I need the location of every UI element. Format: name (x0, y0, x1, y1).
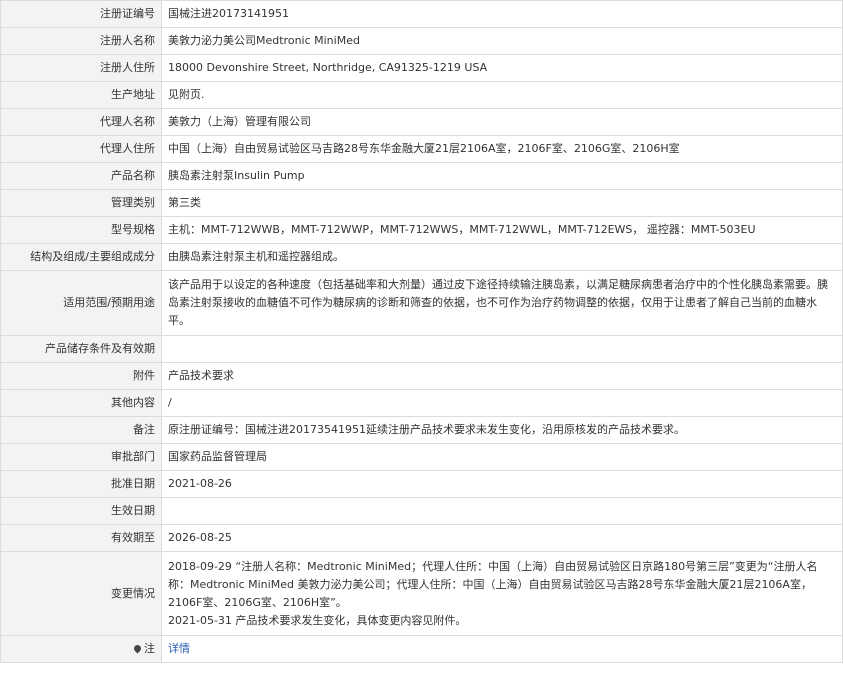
row-model-spec: 型号规格 主机：MMT-712WWB，MMT-712WWP，MMT-712WWS… (0, 216, 843, 244)
row-production-address: 生产地址 见附页. (0, 81, 843, 109)
change-entry-2: 2021-05-31 产品技术要求发生变化，具体变更内容见附件。 (168, 613, 467, 627)
remarks-value: 原注册证编号：国械注进20173541951延续注册产品技术要求未发生变化，沿用… (161, 416, 843, 444)
attachment-label: 附件 (0, 362, 162, 390)
row-storage-conditions: 产品储存条件及有效期 (0, 335, 843, 363)
row-valid-until: 有效期至 2026-08-25 (0, 524, 843, 552)
effective-date-value (161, 497, 843, 525)
row-other-content: 其他内容 / (0, 389, 843, 417)
row-agent-address: 代理人住所 中国（上海）自由贸易试验区马吉路28号东华金融大厦21层2106A室… (0, 135, 843, 163)
intended-use-value: 该产品用于以设定的各种速度（包括基础率和大剂量）通过皮下途径持续输注胰岛素，以满… (161, 270, 843, 336)
row-structure: 结构及组成/主要组成成分 由胰岛素注射泵主机和遥控器组成。 (0, 243, 843, 271)
note-value: 详情 (161, 635, 843, 663)
production-address-label: 生产地址 (0, 81, 162, 109)
other-content-value: / (161, 389, 843, 417)
location-pin-icon (132, 643, 143, 653)
agent-name-label: 代理人名称 (0, 108, 162, 136)
note-label: 注 (144, 642, 155, 655)
row-management-category: 管理类别 第三类 (0, 189, 843, 217)
row-agent-name: 代理人名称 美敦力（上海）管理有限公司 (0, 108, 843, 136)
row-approval-dept: 审批部门 国家药品监督管理局 (0, 443, 843, 471)
registrant-address-value: 18000 Devonshire Street, Northridge, CA9… (161, 54, 843, 82)
registration-info-table: 注册证编号 国械注进20173141951 注册人名称 美敦力泌力美公司Medt… (0, 0, 843, 663)
other-content-label: 其他内容 (0, 389, 162, 417)
registrant-address-label: 注册人住所 (0, 54, 162, 82)
approval-date-value: 2021-08-26 (161, 470, 843, 498)
row-intended-use: 适用范围/预期用途 该产品用于以设定的各种速度（包括基础率和大剂量）通过皮下途径… (0, 270, 843, 336)
registration-number-value: 国械注进20173141951 (161, 0, 843, 28)
storage-conditions-label: 产品储存条件及有效期 (0, 335, 162, 363)
row-registration-number: 注册证编号 国械注进20173141951 (0, 0, 843, 28)
structure-label: 结构及组成/主要组成成分 (0, 243, 162, 271)
registrant-name-value: 美敦力泌力美公司Medtronic MiniMed (161, 27, 843, 55)
row-remarks: 备注 原注册证编号：国械注进20173541951延续注册产品技术要求未发生变化… (0, 416, 843, 444)
model-spec-value: 主机：MMT-712WWB，MMT-712WWP，MMT-712WWS，MMT-… (161, 216, 843, 244)
model-spec-label: 型号规格 (0, 216, 162, 244)
row-approval-date: 批准日期 2021-08-26 (0, 470, 843, 498)
production-address-value: 见附页. (161, 81, 843, 109)
row-registrant-name: 注册人名称 美敦力泌力美公司Medtronic MiniMed (0, 27, 843, 55)
management-category-value: 第三类 (161, 189, 843, 217)
row-changes: 变更情况 2018-09-29 “注册人名称：Medtronic MiniMed… (0, 551, 843, 636)
changes-label: 变更情况 (0, 551, 162, 636)
registration-number-label: 注册证编号 (0, 0, 162, 28)
product-name-value: 胰岛素注射泵Insulin Pump (161, 162, 843, 190)
attachment-value: 产品技术要求 (161, 362, 843, 390)
intended-use-label: 适用范围/预期用途 (0, 270, 162, 336)
structure-value: 由胰岛素注射泵主机和遥控器组成。 (161, 243, 843, 271)
row-effective-date: 生效日期 (0, 497, 843, 525)
agent-name-value: 美敦力（上海）管理有限公司 (161, 108, 843, 136)
agent-address-label: 代理人住所 (0, 135, 162, 163)
approval-date-label: 批准日期 (0, 470, 162, 498)
row-attachment: 附件 产品技术要求 (0, 362, 843, 390)
agent-address-value: 中国（上海）自由贸易试验区马吉路28号东华金融大厦21层2106A室，2106F… (161, 135, 843, 163)
row-product-name: 产品名称 胰岛素注射泵Insulin Pump (0, 162, 843, 190)
effective-date-label: 生效日期 (0, 497, 162, 525)
changes-value: 2018-09-29 “注册人名称：Medtronic MiniMed；代理人住… (161, 551, 843, 636)
storage-conditions-value (161, 335, 843, 363)
valid-until-value: 2026-08-25 (161, 524, 843, 552)
approval-dept-label: 审批部门 (0, 443, 162, 471)
product-name-label: 产品名称 (0, 162, 162, 190)
note-label-cell: 注 (0, 635, 162, 663)
registrant-name-label: 注册人名称 (0, 27, 162, 55)
valid-until-label: 有效期至 (0, 524, 162, 552)
details-link[interactable]: 详情 (168, 642, 190, 655)
change-entry-1: 2018-09-29 “注册人名称：Medtronic MiniMed；代理人住… (168, 559, 818, 609)
row-note: 注 详情 (0, 635, 843, 663)
approval-dept-value: 国家药品监督管理局 (161, 443, 843, 471)
remarks-label: 备注 (0, 416, 162, 444)
management-category-label: 管理类别 (0, 189, 162, 217)
row-registrant-address: 注册人住所 18000 Devonshire Street, Northridg… (0, 54, 843, 82)
